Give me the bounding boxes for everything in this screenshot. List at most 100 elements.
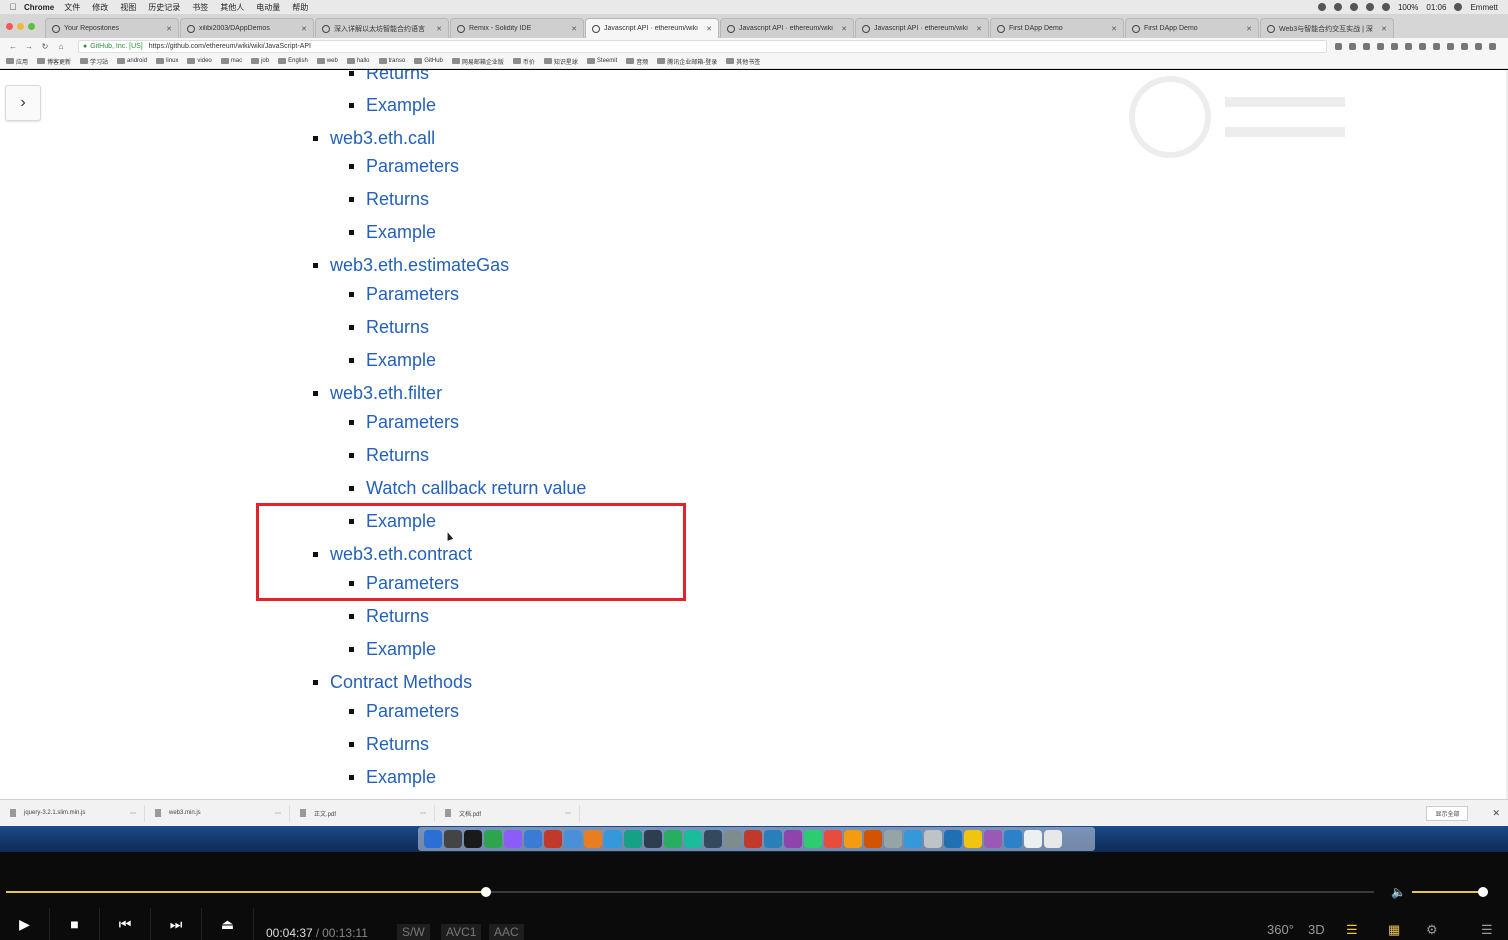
more-options-icon[interactable]: ⋯ xyxy=(275,810,281,817)
toc-link[interactable]: Watch callback return value xyxy=(366,478,586,499)
url-text[interactable]: https://github.com/ethereum/wiki/wiki/Ja… xyxy=(149,43,311,50)
eject-button[interactable]: ⏏ xyxy=(202,908,254,940)
seek-bar[interactable] xyxy=(6,887,1374,897)
bookmark-item[interactable]: 音频 xyxy=(626,57,648,66)
play-button[interactable]: ▶ xyxy=(0,908,50,940)
dock-app-icon[interactable] xyxy=(904,830,922,848)
playlist-search-icon[interactable]: ☰ xyxy=(1346,922,1358,938)
dock-app-icon[interactable] xyxy=(644,830,662,848)
extension-icon[interactable] xyxy=(1475,42,1482,50)
volume-knob[interactable] xyxy=(1477,887,1488,897)
menu-item[interactable]: 书签 xyxy=(192,2,208,13)
volume-slider[interactable] xyxy=(1412,887,1488,897)
toc-link[interactable]: Returns xyxy=(366,734,429,755)
toc-link[interactable]: web3.eth.estimateGas xyxy=(330,255,509,276)
download-item[interactable]: web3.min.js ⋯ xyxy=(145,804,290,822)
toc-link[interactable]: Returns xyxy=(366,317,429,338)
dock-app-icon[interactable] xyxy=(744,830,762,848)
next-button[interactable]: ⏭ xyxy=(151,908,202,940)
bookmark-item[interactable]: web xyxy=(316,58,338,64)
extension-icon[interactable] xyxy=(1461,42,1468,50)
tab-close-icon[interactable]: ✕ xyxy=(1246,25,1252,33)
browser-tab[interactable]: Javascript API · ethereum/wiki ✕ xyxy=(585,18,719,38)
toc-link[interactable]: Example xyxy=(366,222,436,243)
more-options-icon[interactable]: ⋯ xyxy=(130,810,136,817)
toc-link[interactable]: Returns xyxy=(366,189,429,210)
browser-tab[interactable]: Your Repositories ✕ xyxy=(45,18,179,38)
dock-app-icon[interactable] xyxy=(804,830,822,848)
browser-tab[interactable]: 深入详解以太坊智能合约语言 ✕ xyxy=(315,18,449,38)
menu-icon[interactable]: ☰ xyxy=(1481,922,1493,938)
extension-icon[interactable] xyxy=(1433,42,1440,50)
3d-button[interactable]: 3D xyxy=(1308,922,1325,937)
bookmark-item[interactable]: android xyxy=(117,58,147,64)
extension-icon[interactable] xyxy=(1349,42,1356,50)
settings-gear-icon[interactable]: ⚙ xyxy=(1426,922,1438,938)
search-icon[interactable] xyxy=(1454,3,1463,11)
tray-icon[interactable] xyxy=(1317,3,1326,11)
stop-button[interactable]: ■ xyxy=(50,908,100,940)
minimize-window-icon[interactable] xyxy=(17,22,24,30)
tab-close-icon[interactable]: ✕ xyxy=(706,25,712,33)
reload-icon[interactable]: ↻ xyxy=(38,42,52,51)
tab-close-icon[interactable]: ✕ xyxy=(436,25,442,33)
bookmark-item[interactable]: 网易邮箱企业版 xyxy=(451,57,504,66)
wifi-icon[interactable] xyxy=(1365,3,1374,11)
toc-link[interactable]: Parameters xyxy=(366,156,459,177)
extension-icon[interactable] xyxy=(1447,42,1454,50)
close-icon[interactable]: ✕ xyxy=(1492,808,1500,819)
browser-tab[interactable]: Remix - Solidity IDE ✕ xyxy=(450,18,584,38)
menu-item[interactable]: 文件 xyxy=(64,2,80,13)
extension-icon[interactable] xyxy=(1391,42,1398,50)
sidebar-toggle-button[interactable]: › xyxy=(5,85,41,121)
browser-tab[interactable]: Web3与智能合约交互实战 | 深 ✕ xyxy=(1260,18,1394,38)
browser-tab[interactable]: First DApp Demo ✕ xyxy=(990,18,1124,38)
toc-link[interactable]: Contract Methods xyxy=(330,672,472,693)
dock-app-icon[interactable] xyxy=(564,830,582,848)
tab-close-icon[interactable]: ✕ xyxy=(1111,25,1117,33)
dock-app-icon[interactable] xyxy=(424,830,442,848)
more-options-icon[interactable]: ⋯ xyxy=(565,810,571,817)
tray-icon[interactable] xyxy=(1349,3,1358,11)
toc-link[interactable]: Returns xyxy=(366,70,429,84)
bookmark-item[interactable]: 其他书签 xyxy=(726,57,760,66)
dock-app-icon[interactable] xyxy=(1044,830,1062,848)
bookmark-item[interactable]: 学习站 xyxy=(80,57,108,66)
battery-label[interactable]: 100% xyxy=(1398,3,1418,12)
bookmark-item[interactable]: transo xyxy=(378,58,405,64)
download-item[interactable]: jquery-3.2.1.slim.min.js ⋯ xyxy=(0,804,145,822)
menu-item[interactable]: 修改 xyxy=(92,2,108,13)
dock-app-icon[interactable] xyxy=(764,830,782,848)
more-options-icon[interactable]: ⋯ xyxy=(420,810,426,817)
dock-app-icon[interactable] xyxy=(984,830,1002,848)
extension-icon[interactable] xyxy=(1419,42,1426,50)
bookmark-item[interactable]: linux xyxy=(156,58,178,64)
site-identity[interactable]: GitHub, Inc. [US] xyxy=(90,43,143,50)
tab-close-icon[interactable]: ✕ xyxy=(1381,25,1387,33)
toc-link[interactable]: Parameters xyxy=(366,412,459,433)
download-item[interactable]: 正文.pdf ⋯ xyxy=(290,804,435,822)
dock-app-icon[interactable] xyxy=(484,830,502,848)
dock-app-icon[interactable] xyxy=(864,830,882,848)
toc-link[interactable]: Example xyxy=(366,639,436,660)
browser-tab[interactable]: First DApp Demo ✕ xyxy=(1125,18,1259,38)
dock-app-icon[interactable] xyxy=(884,830,902,848)
toc-link[interactable]: web3.eth.filter xyxy=(330,383,442,404)
seek-bar-knob[interactable] xyxy=(481,887,492,897)
bookmark-item[interactable]: job xyxy=(251,58,269,64)
bookmark-item[interactable]: video xyxy=(187,58,212,64)
browser-tab[interactable]: xilibi2003/DAppDemos ✕ xyxy=(180,18,314,38)
browser-tab[interactable]: Javascript API · ethereum/wiki ✕ xyxy=(720,18,854,38)
close-window-icon[interactable] xyxy=(6,22,13,30)
extension-icon[interactable] xyxy=(1377,42,1384,50)
toc-link[interactable]: Parameters xyxy=(366,701,459,722)
bookmark-star-icon[interactable] xyxy=(1335,42,1342,50)
forward-icon[interactable]: → xyxy=(22,42,36,51)
tab-close-icon[interactable]: ✕ xyxy=(301,25,307,33)
dock-app-icon[interactable] xyxy=(444,830,462,848)
dock-app-icon[interactable] xyxy=(1004,830,1022,848)
bookmark-item[interactable]: GitHub xyxy=(414,58,443,64)
dock-app-icon[interactable] xyxy=(944,830,962,848)
user-name[interactable]: Emmett xyxy=(1470,3,1498,12)
toc-link[interactable]: Returns xyxy=(366,445,429,466)
